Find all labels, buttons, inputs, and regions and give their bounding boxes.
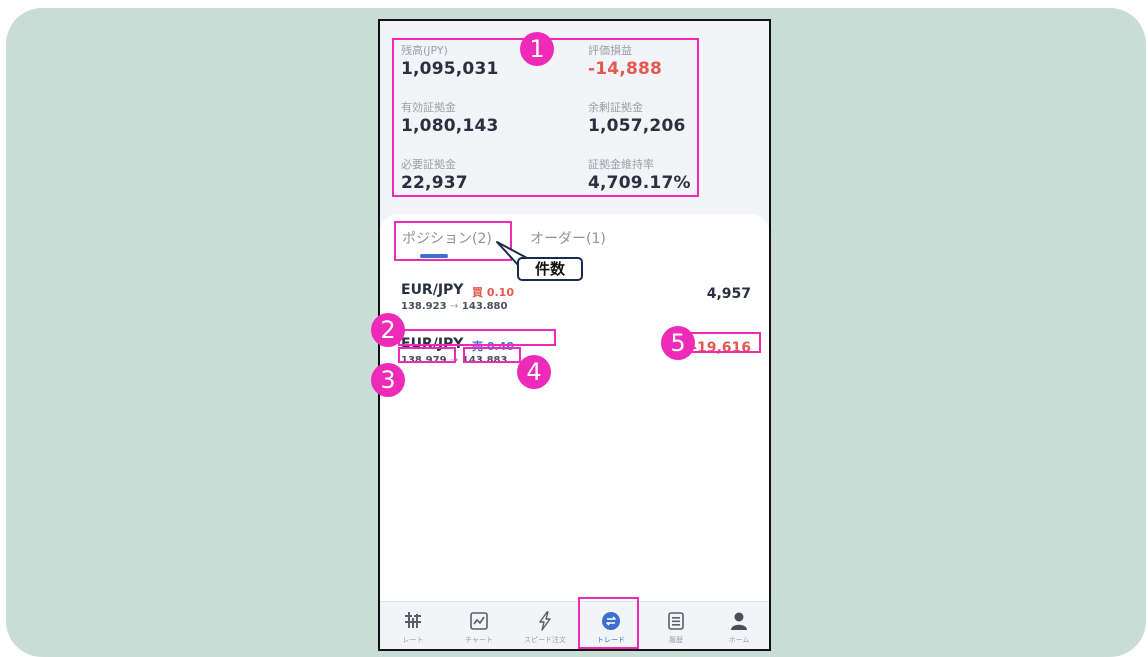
annotation-badge-3: 3: [371, 363, 405, 397]
nav-item-home[interactable]: ホーム: [709, 602, 769, 649]
nav-item-history[interactable]: 履歴: [646, 602, 706, 649]
annotation-badge-5: 5: [661, 326, 695, 360]
nav-label-chart: チャート: [465, 636, 493, 644]
history-icon: [668, 612, 684, 630]
annotation-box-pl: [690, 332, 761, 353]
annotation-badge-2: 2: [371, 313, 405, 347]
nav-label-rate: レート: [402, 636, 424, 644]
rate-icon: [405, 612, 421, 628]
bottom-nav: レート チャート スピード注文 トレード 履歴 ホーム: [380, 601, 769, 649]
open-price: 138.923: [401, 301, 447, 312]
chart-icon: [470, 612, 488, 630]
annotation-box-open-price: [398, 347, 456, 363]
annotation-box-current-price: [463, 347, 521, 363]
person-icon: [731, 612, 747, 630]
currency-pair: EUR/JPY: [401, 282, 464, 298]
count-callout: 件数: [517, 257, 583, 281]
lightning-icon: [539, 611, 551, 631]
position-pl: 4,957: [706, 286, 751, 302]
nav-label-home: ホーム: [728, 636, 750, 644]
side-quantity: 買 0.10: [472, 286, 514, 299]
nav-item-chart[interactable]: チャート: [449, 602, 509, 649]
nav-label-speed-order: スピード注文: [524, 636, 566, 644]
price-line: 138.923 → 143.880: [401, 301, 507, 312]
tab-orders[interactable]: オーダー(1): [530, 228, 606, 248]
annotation-badge-1: 1: [520, 32, 554, 66]
arrow-icon: →: [450, 301, 459, 312]
nav-item-rate[interactable]: レート: [383, 602, 443, 649]
nav-label-history: 履歴: [669, 636, 683, 644]
annotation-badge-4: 4: [517, 355, 551, 389]
annotation-box-side-quantity: [398, 329, 556, 346]
nav-item-speed-order[interactable]: スピード注文: [515, 602, 575, 649]
position-row[interactable]: EUR/JPY 買 0.10 138.923 → 143.880 4,957: [401, 282, 751, 326]
current-price: 143.880: [461, 301, 508, 312]
annotation-box-trade-nav: [578, 597, 639, 649]
